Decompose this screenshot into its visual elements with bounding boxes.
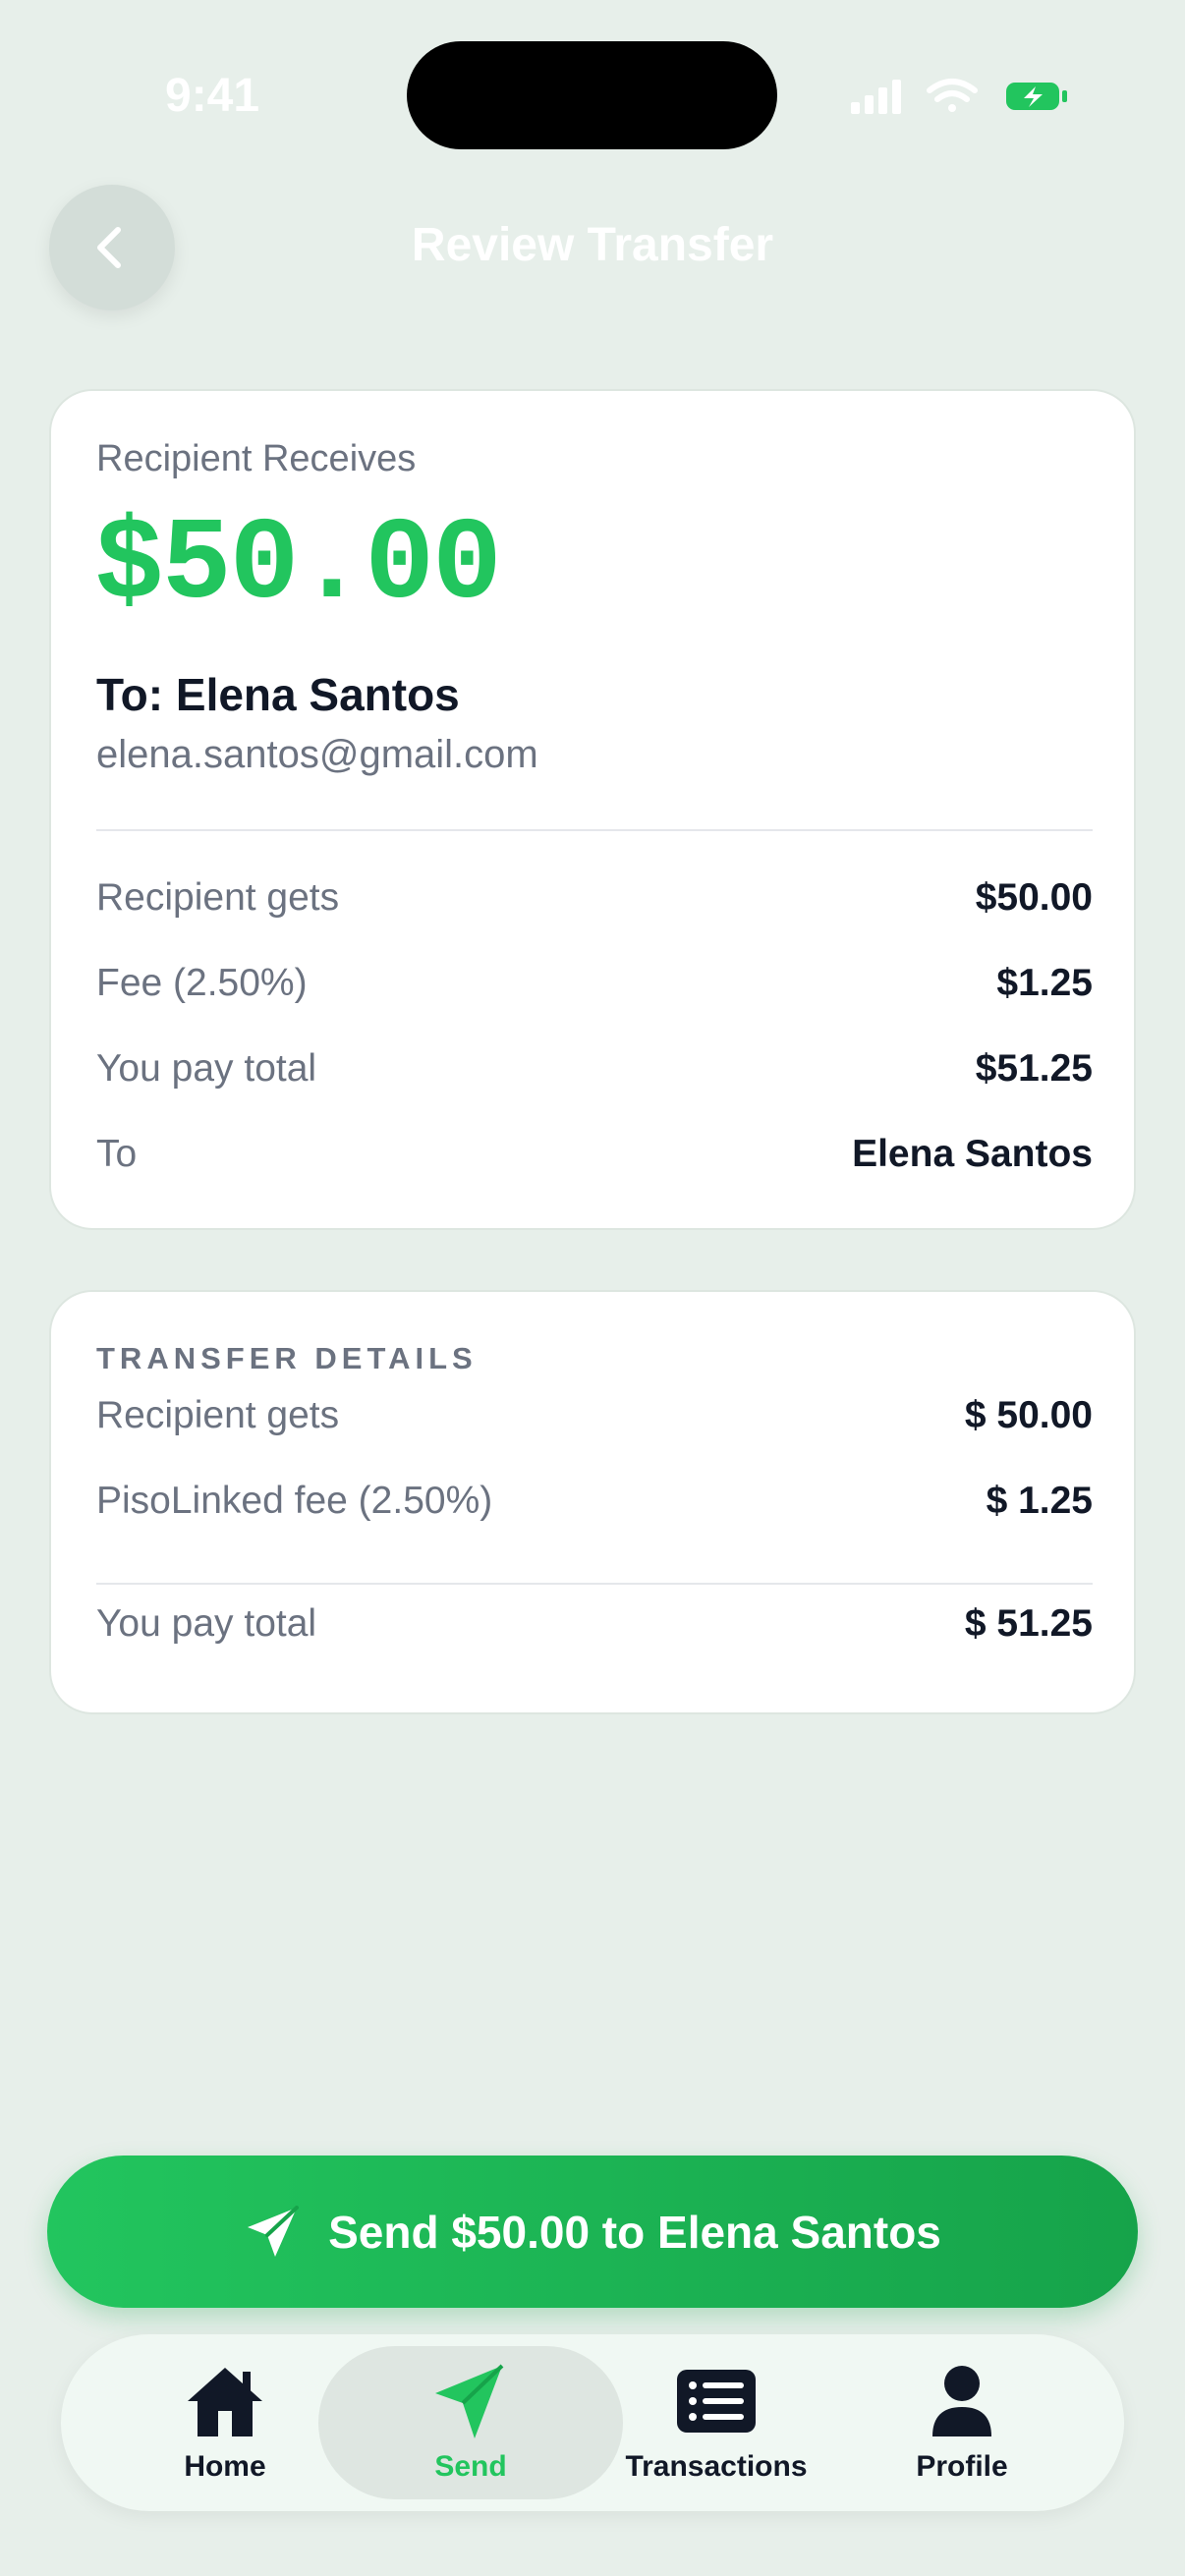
row-value: $1.25 [996,962,1093,1004]
status-time: 9:41 [165,70,260,122]
receive-amount: $50.00 [94,501,502,632]
send-button-label: Send $50.00 to Elena Santos [328,2206,941,2258]
nav-label: Profile [916,2450,1008,2483]
row-label: PisoLinked fee (2.50%) [96,1480,493,1522]
send-icon [435,2364,504,2438]
person-icon [932,2366,991,2436]
page-title: Review Transfer [411,219,774,271]
send-transfer-button[interactable]: Send $50.00 to Elena Santos [47,2156,1138,2308]
row-label: Recipient gets [96,1394,340,1436]
dynamic-island [407,41,777,149]
review-transfer-screen: 9:41 Review Transfer Recipient Receives … [0,0,1185,2576]
details-row-recipient-gets: Recipient gets $ 50.00 [96,1394,1093,1437]
transfer-details-title: TRANSFER DETAILS [96,1341,478,1375]
nav-item-transactions[interactable]: Transactions [593,2334,839,2511]
summary-row-fee: Fee (2.50%) $1.25 [96,962,1093,1005]
row-value: $ 50.00 [964,1394,1093,1436]
home-icon [188,2368,262,2436]
nav-item-home[interactable]: Home [102,2334,348,2511]
row-label: You pay total [96,1047,317,1090]
status-icons [851,79,1067,114]
row-value: $50.00 [975,876,1093,919]
paper-plane-icon [248,2205,300,2257]
row-label: Recipient gets [96,876,340,919]
recipient-name: To: Elena Santos [96,669,460,720]
cellular-signal-icon [851,80,901,114]
summary-row-recipient-gets: Recipient gets $50.00 [96,876,1093,920]
row-value: Elena Santos [852,1133,1093,1175]
recipient-receives-label: Recipient Receives [96,438,417,479]
wifi-icon [927,79,978,112]
row-label: Fee (2.50%) [96,962,308,1004]
details-row-total: You pay total $ 51.25 [96,1602,1093,1646]
summary-row-to: To Elena Santos [96,1133,1093,1176]
row-value: $ 51.25 [964,1602,1093,1645]
nav-label: Transactions [625,2450,808,2483]
row-value: $51.25 [975,1047,1093,1090]
bottom-nav: Home Send Transactions Profile [61,2334,1124,2511]
nav-item-profile[interactable]: Profile [839,2334,1085,2511]
details-divider [96,1583,1093,1585]
row-label: To [96,1133,138,1175]
row-label: You pay total [96,1602,317,1645]
transfer-summary-card: Recipient Receives $50.00 To: Elena Sant… [49,389,1136,1230]
nav-item-send[interactable]: Send [348,2334,593,2511]
battery-icon [1006,83,1067,110]
recipient-email: elena.santos@gmail.com [96,733,538,776]
nav-label: Home [184,2450,266,2483]
details-row-fee: PisoLinked fee (2.50%) $ 1.25 [96,1480,1093,1523]
list-icon [677,2370,756,2433]
row-value: $ 1.25 [986,1480,1093,1522]
transfer-details-card: TRANSFER DETAILS Recipient gets $ 50.00 … [49,1290,1136,1714]
summary-row-total: You pay total $51.25 [96,1047,1093,1091]
summary-divider [96,829,1093,831]
nav-label: Send [434,2450,507,2483]
